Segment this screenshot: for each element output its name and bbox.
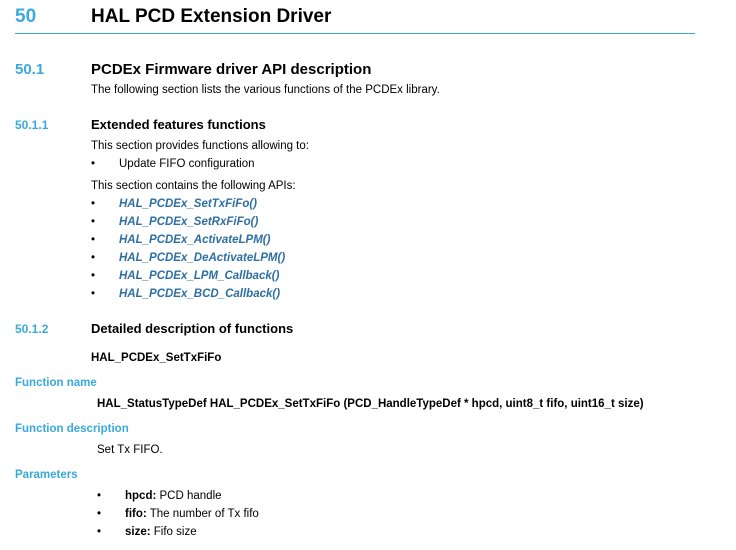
bullet-icon: • [91,288,96,300]
api-link-bcd-callback[interactable]: HAL_PCDEx_BCD_Callback() [119,288,280,300]
bullet-icon: • [91,234,96,246]
section-title: PCDEx Firmware driver API description [91,61,372,78]
section-number: 50.1 [15,61,45,78]
subsection-title: Detailed description of functions [91,321,294,336]
function-description-label: Function description [15,423,129,435]
api-link-deactivatelpm[interactable]: HAL_PCDEx_DeActivateLPM() [119,252,285,264]
api-link-lpm-callback[interactable]: HAL_PCDEx_LPM_Callback() [119,270,279,282]
feature-item: Update FIFO configuration [119,158,255,170]
bullet-icon: • [91,198,96,210]
parameters-label: Parameters [15,469,78,481]
bullet-icon: • [91,270,96,282]
chapter-divider [15,33,695,34]
api-link-setrxfifo[interactable]: HAL_PCDEx_SetRxFiFo() [119,216,258,228]
parameter-desc: PCD handle [159,490,222,502]
parameter-name: hpcd: [125,490,157,502]
api-link-settxfifo[interactable]: HAL_PCDEx_SetTxFiFo() [119,198,257,210]
subsection-number: 50.1.2 [15,322,49,336]
parameter-item: size: Fifo size [125,526,197,538]
bullet-icon: • [97,490,102,502]
parameter-name: size: [125,526,151,538]
subsection-title: Extended features functions [91,117,266,132]
section-intro: The following section lists the various … [91,84,440,96]
bullet-icon: • [97,526,102,538]
parameter-desc: The number of Tx fifo [149,508,259,520]
bullet-icon: • [91,158,96,170]
bullet-icon: • [91,216,96,228]
function-name-label: Function name [15,377,97,389]
subsection-number: 50.1.1 [15,118,49,132]
function-heading: HAL_PCDEx_SetTxFiFo [91,352,222,364]
chapter-number: 50 [15,6,37,27]
function-signature: HAL_StatusTypeDef HAL_PCDEx_SetTxFiFo (P… [97,398,644,410]
chapter-title: HAL PCD Extension Driver [91,6,332,27]
function-description: Set Tx FIFO. [97,444,163,456]
parameter-desc: Fifo size [153,526,197,538]
parameter-item: hpcd: PCD handle [125,490,222,502]
contains-text: This section contains the following APIs… [91,180,296,192]
parameter-name: fifo: [125,508,147,520]
provides-text: This section provides functions allowing… [91,140,309,152]
bullet-icon: • [91,252,96,264]
api-link-activatelpm[interactable]: HAL_PCDEx_ActivateLPM() [119,234,270,246]
bullet-icon: • [97,508,102,520]
parameter-item: fifo: The number of Tx fifo [125,508,259,520]
